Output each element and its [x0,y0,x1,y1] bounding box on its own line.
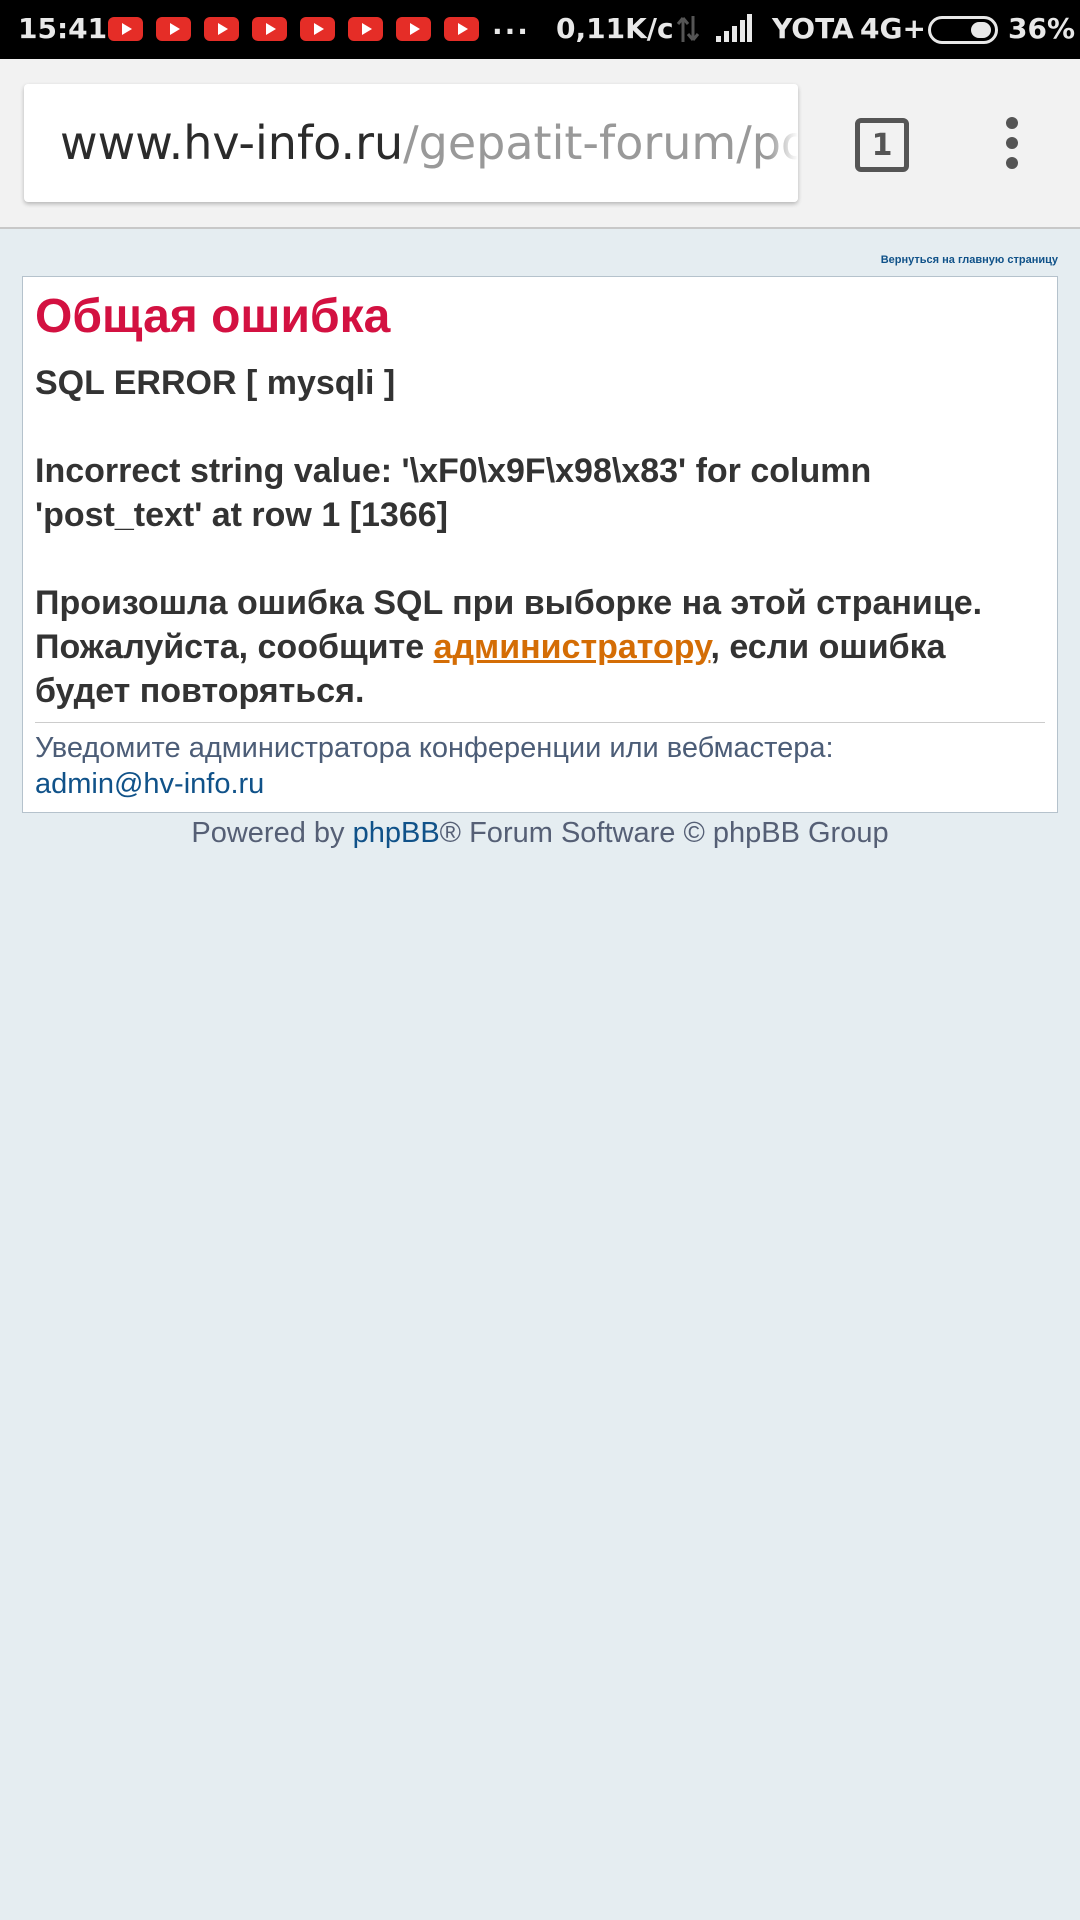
youtube-icon [444,17,479,41]
youtube-icon [204,17,239,41]
signal-icon [716,14,752,42]
administrator-link[interactable]: администратору [434,628,711,666]
notify-label: Уведомите администратора конференции или… [35,732,834,764]
sql-error-heading: SQL ERROR [ mysqli ] [35,364,396,402]
notification-icons [108,17,479,41]
status-time: 15:41 [18,12,108,45]
tab-count: 1 [871,127,893,163]
error-message: Incorrect string value: '\xF0\x9F\x98\x8… [35,452,872,534]
overflow-menu-icon[interactable] [1000,117,1024,173]
data-transfer-icon [676,16,700,42]
phpbb-link[interactable]: phpBB [353,817,440,849]
network-type: 4G+ [860,12,926,45]
return-home-link[interactable]: Вернуться на главную страницу [881,254,1058,266]
url-bar[interactable]: www.hv-info.ru/gepatit-forum/posting.php [24,84,798,202]
error-body: SQL ERROR [ mysqli ] Incorrect string va… [35,361,1045,713]
url-domain: www.hv-info.ru [60,116,404,170]
footer-copyright: ® Forum Software © phpBB Group [439,817,889,849]
youtube-icon [396,17,431,41]
net-speed: 0,11K/c [556,12,674,45]
battery-icon [928,16,998,44]
url-text[interactable]: www.hv-info.ru/gepatit-forum/posting.php [60,116,798,170]
battery-percent: 36% [1008,12,1076,45]
divider [35,722,1045,723]
notify-admin: Уведомите администратора конференции или… [35,730,1045,802]
browser-toolbar: www.hv-info.ru/gepatit-forum/posting.php… [0,59,1080,229]
carrier-name: YOTA [772,12,854,45]
youtube-icon [156,17,191,41]
page-title: Общая ошибка [35,290,391,343]
youtube-icon [252,17,287,41]
youtube-icon [348,17,383,41]
youtube-icon [300,17,335,41]
youtube-icon [108,17,143,41]
error-panel: Общая ошибка SQL ERROR [ mysqli ] Incorr… [22,276,1058,813]
error-info: Произошла ошибка SQL при выборке на этой… [35,581,1045,713]
url-path: /gepatit-forum/posting.php [403,116,798,170]
admin-email-link[interactable]: admin@hv-info.ru [35,766,1045,802]
more-notifications-icon: ... [492,8,530,41]
footer: Powered by phpBB® Forum Software © phpBB… [0,817,1080,850]
status-bar: 15:41 ... 0,11K/c YOTA 4G+ 36% [0,0,1080,59]
tab-switcher-button[interactable]: 1 [855,118,909,172]
footer-powered-by: Powered by [191,817,353,849]
